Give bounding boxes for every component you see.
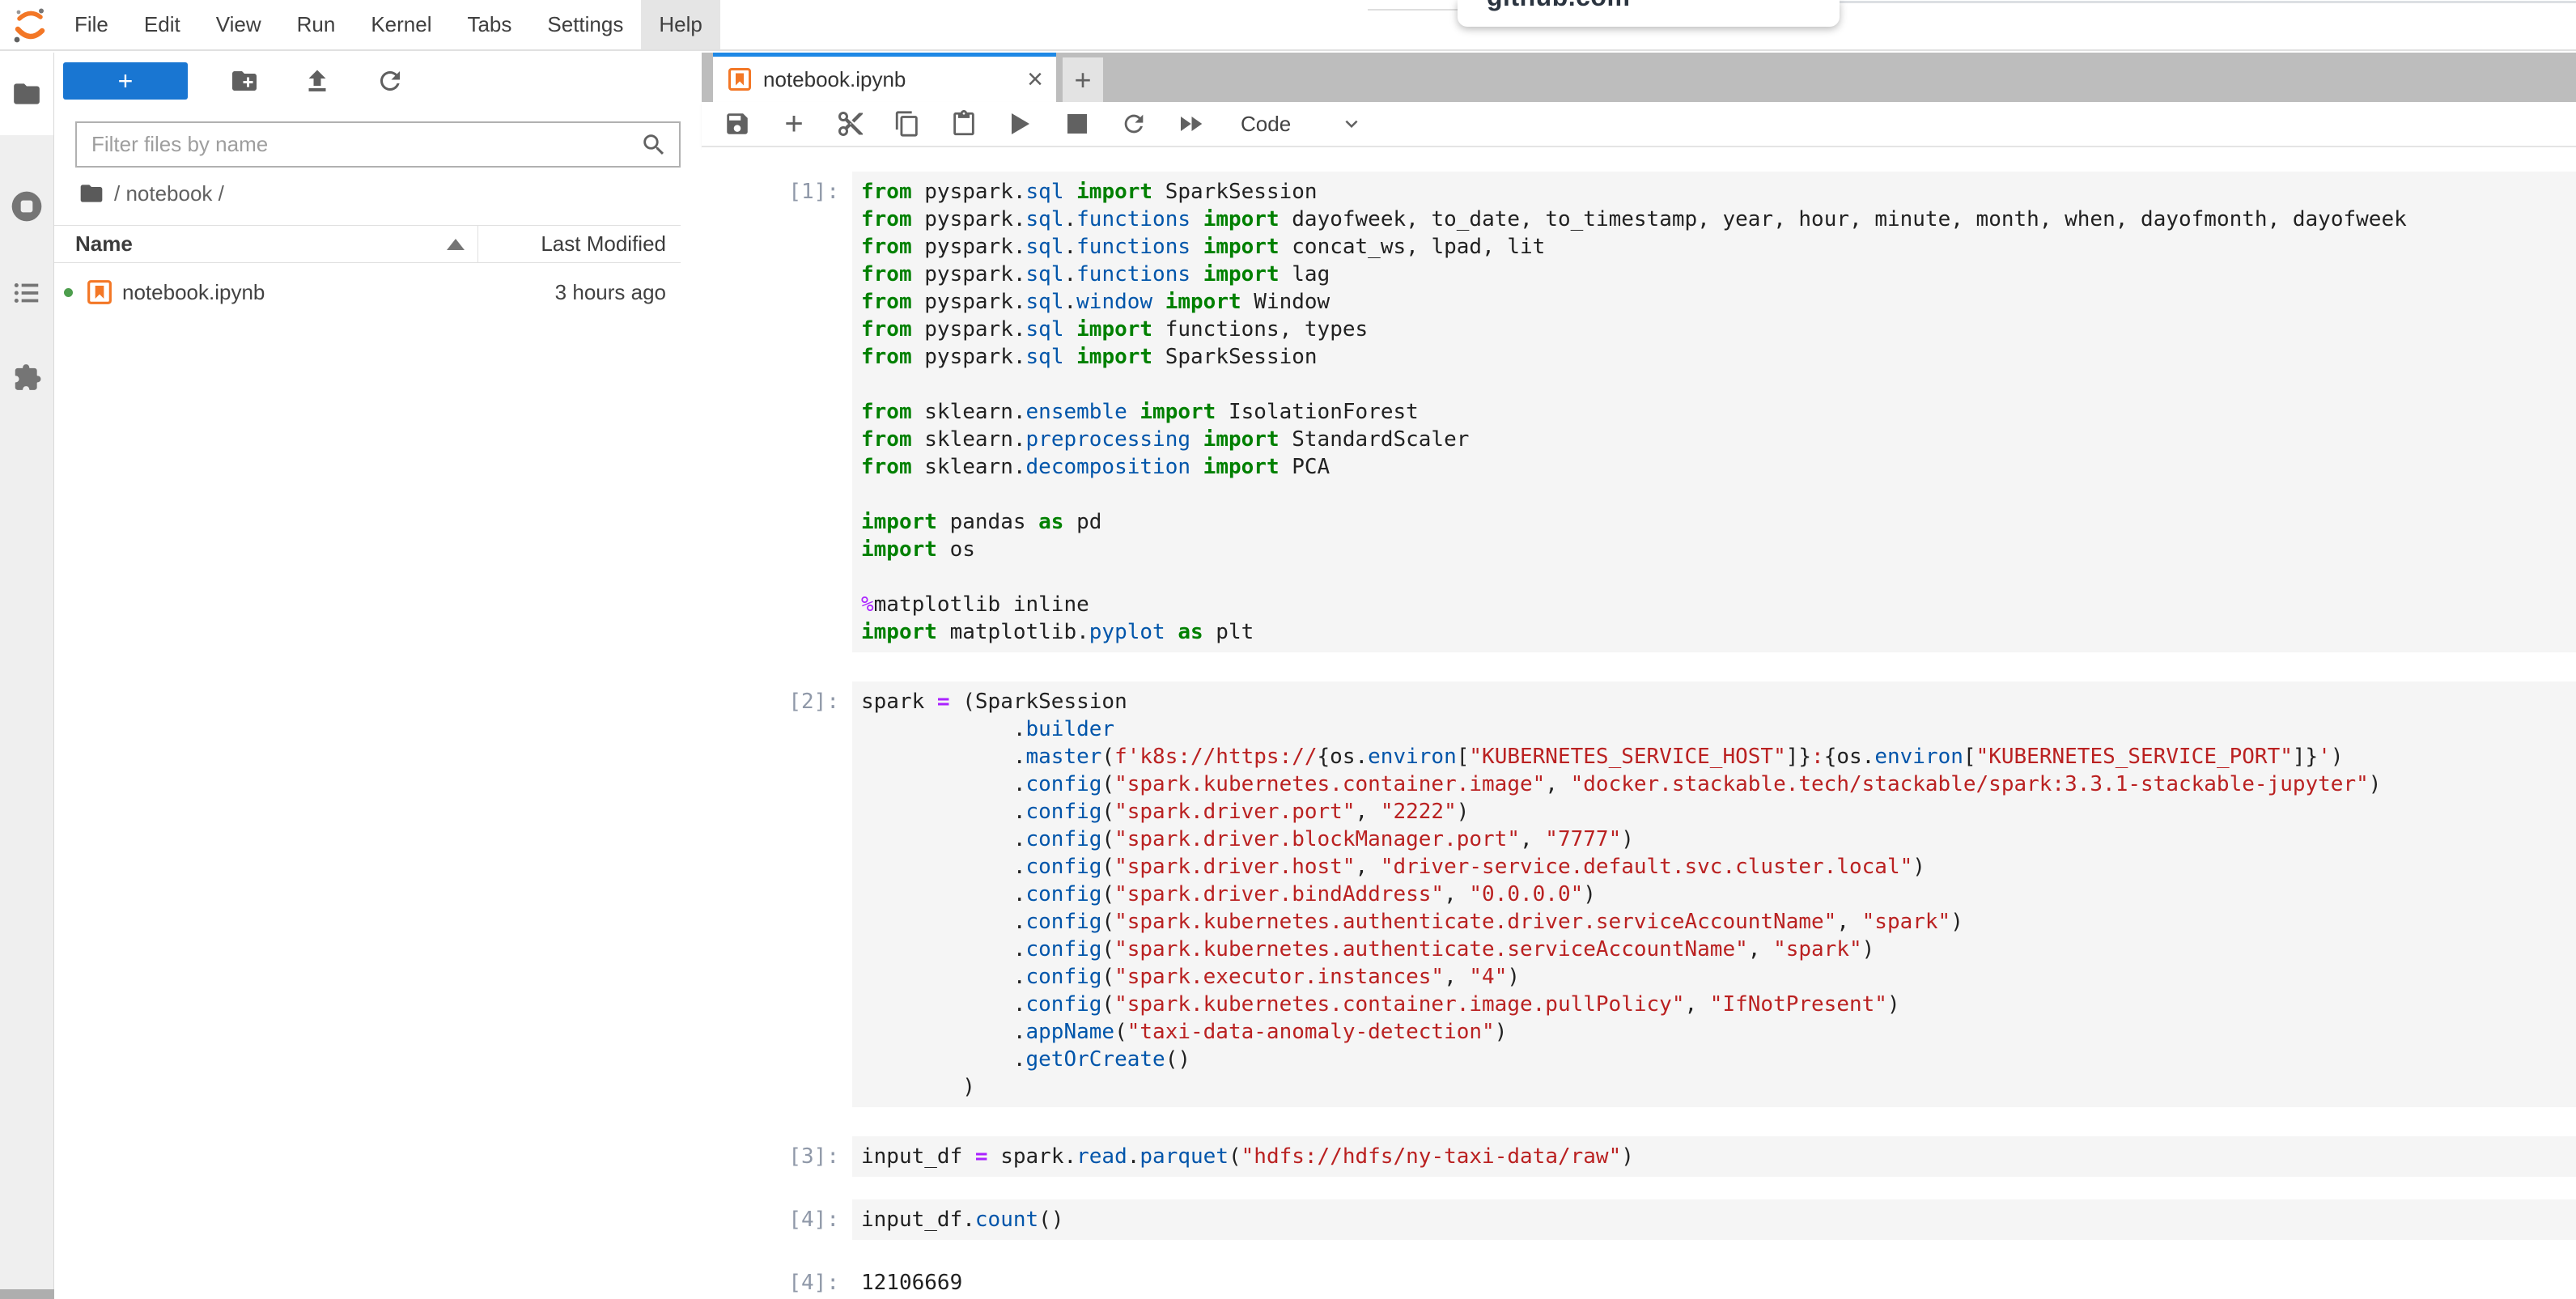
activity-bar (0, 53, 54, 1299)
home-folder-icon (79, 180, 104, 206)
input-prompt: [1]: (702, 172, 852, 206)
paste-icon (950, 110, 978, 138)
input-prompt: [4]: (702, 1199, 852, 1233)
output-cell-4: [4]:12106669 (702, 1263, 2576, 1299)
output-area: 12106669 (852, 1263, 2576, 1299)
breadcrumb-path: / notebook / (114, 181, 224, 206)
notebook-tab-icon (728, 67, 752, 91)
chevron-down-icon[interactable] (1339, 112, 1364, 136)
menu-item-help[interactable]: Help (641, 0, 719, 49)
kernel-running-dot (64, 288, 73, 297)
cut-icon (836, 109, 865, 138)
copy-cells-button[interactable] (893, 109, 922, 138)
cell-type-dropdown[interactable]: Code (1241, 112, 1291, 137)
code-editor[interactable]: spark = (SparkSession .builder .master(f… (852, 681, 2576, 1107)
menu-item-settings[interactable]: Settings (529, 0, 641, 49)
menu-items: FileEditViewRunKernelTabsSettingsHelp (57, 0, 720, 49)
menu-item-edit[interactable]: Edit (126, 0, 198, 49)
sidebar-tab-toc[interactable] (11, 278, 42, 308)
tab-label: notebook.ipynb (763, 67, 906, 92)
file-list-item[interactable]: notebook.ipynb 3 hours ago (54, 273, 681, 312)
restart-kernel-button[interactable] (1119, 109, 1148, 138)
restart-icon (1120, 110, 1148, 138)
input-prompt: [3]: (702, 1136, 852, 1170)
output-prompt: [4]: (702, 1263, 852, 1297)
browser-edge-line-2 (1368, 9, 1459, 11)
menu-item-run[interactable]: Run (279, 0, 354, 49)
restart-run-all-button[interactable] (1176, 109, 1205, 138)
dock-tab-bar: notebook.ipynb × + (702, 53, 2576, 102)
column-name-label: Name (75, 231, 133, 257)
jupyter-logo-icon (11, 6, 49, 44)
extension-puzzle-icon (11, 361, 42, 393)
new-folder-icon (230, 66, 259, 96)
notebook-content: [1]:from pyspark.sql import SparkSession… (702, 147, 2576, 1299)
column-header-name[interactable]: Name (54, 226, 478, 262)
main-dock-panel: notebook.ipynb × + + (702, 53, 2576, 1299)
browser-url-popup: github.com (1458, 0, 1840, 27)
file-list-header: Name Last Modified (54, 225, 681, 263)
stop-icon (1067, 114, 1087, 134)
popup-url-text: github.com (1487, 0, 1630, 12)
notebook-toolbar: + Code (702, 102, 2576, 147)
filter-files-input[interactable] (77, 132, 640, 157)
code-cell-2: [3]:input_df = spark.read.parquet("hdfs:… (702, 1136, 2576, 1177)
file-browser-toolbar: + (63, 62, 406, 100)
upload-button[interactable] (301, 65, 333, 97)
sidebar-tab-extensions[interactable] (11, 362, 42, 393)
menu-item-tabs[interactable]: Tabs (449, 0, 529, 49)
menu-item-kernel[interactable]: Kernel (353, 0, 449, 49)
fast-forward-icon (1176, 109, 1205, 138)
file-browser-panel: + / notebook / Name (54, 53, 702, 1289)
save-button[interactable] (723, 109, 752, 138)
input-prompt: [2]: (702, 681, 852, 715)
new-tab-button[interactable]: + (1063, 57, 1103, 102)
code-cell-1: [2]:spark = (SparkSession .builder .mast… (702, 681, 2576, 1107)
running-kernels-icon (9, 189, 45, 224)
folder-icon (11, 79, 42, 109)
search-icon (640, 131, 668, 159)
notebook-file-icon (87, 279, 112, 305)
menu-item-file[interactable]: File (57, 0, 126, 49)
code-editor[interactable]: input_df.count() (852, 1199, 2576, 1240)
filter-files-box (75, 121, 681, 168)
sidebar-tab-running[interactable] (9, 189, 45, 224)
cut-cells-button[interactable] (836, 109, 865, 138)
file-name: notebook.ipynb (122, 280, 265, 305)
menu-item-view[interactable]: View (198, 0, 279, 49)
sort-ascending-icon (447, 239, 465, 250)
code-cell-0: [1]:from pyspark.sql import SparkSession… (702, 172, 2576, 652)
statusbar-stub (0, 1289, 54, 1299)
copy-icon (893, 110, 921, 138)
paste-cells-button[interactable] (949, 109, 978, 138)
breadcrumb[interactable]: / notebook / (79, 180, 224, 206)
run-icon (1012, 113, 1029, 134)
code-editor[interactable]: input_df = spark.read.parquet("hdfs://hd… (852, 1136, 2576, 1177)
code-editor[interactable]: from pyspark.sql import SparkSessionfrom… (852, 172, 2576, 652)
add-cell-button[interactable]: + (779, 109, 808, 138)
code-cell-3: [4]:input_df.count() (702, 1199, 2576, 1240)
upload-icon (303, 66, 332, 96)
browser-edge-line (1838, 1, 2576, 3)
new-folder-button[interactable] (228, 65, 261, 97)
run-cell-button[interactable] (1006, 109, 1035, 138)
tab-notebook[interactable]: notebook.ipynb × (713, 53, 1056, 102)
table-of-contents-icon (11, 278, 42, 308)
file-modified: 3 hours ago (555, 280, 681, 305)
refresh-button[interactable] (374, 65, 406, 97)
interrupt-kernel-button[interactable] (1063, 109, 1092, 138)
sidebar-tab-filebrowser[interactable] (0, 53, 53, 135)
notebook-cells: [1]:from pyspark.sql import SparkSession… (702, 172, 2576, 1299)
save-icon (724, 110, 751, 138)
tab-close-icon[interactable]: × (1027, 67, 1043, 91)
new-launcher-button[interactable]: + (63, 62, 188, 100)
menu-bar: FileEditViewRunKernelTabsSettingsHelp (0, 0, 2576, 51)
refresh-icon (376, 66, 405, 96)
column-header-modified[interactable]: Last Modified (478, 231, 681, 257)
